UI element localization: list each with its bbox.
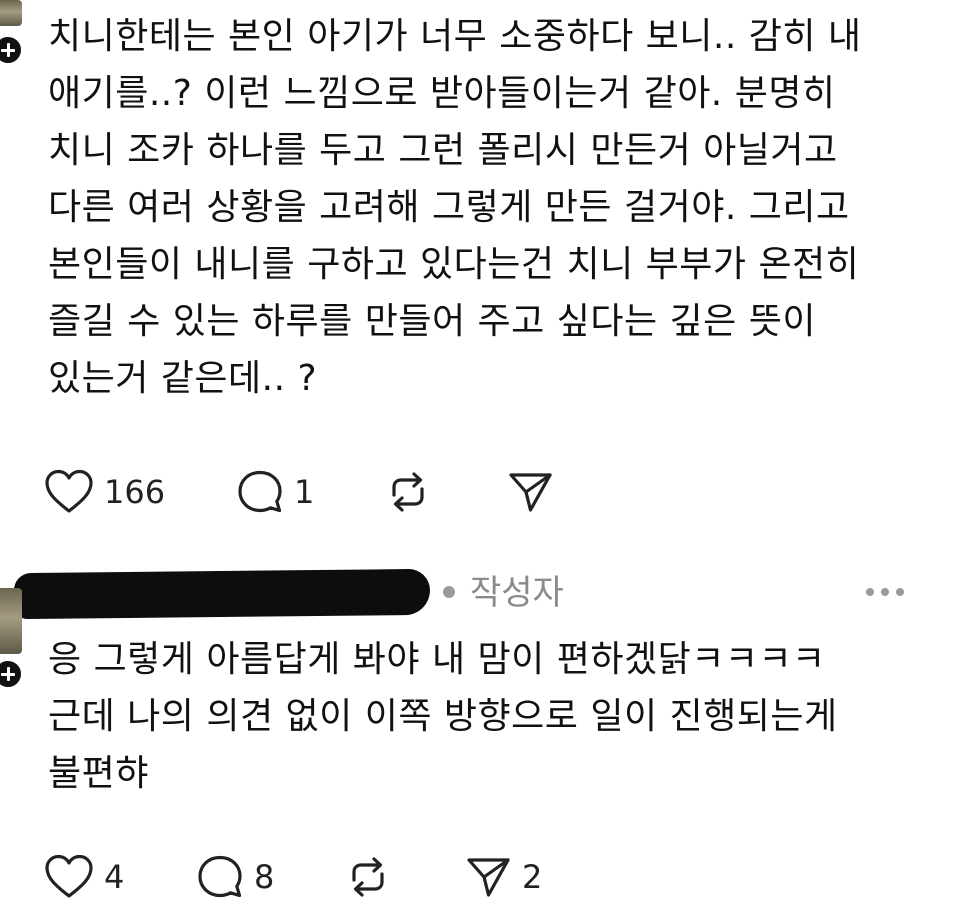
comment-actions: 4 8 2 (44, 852, 564, 902)
share-button[interactable] (506, 467, 554, 517)
send-icon (509, 473, 552, 512)
speech-bubble-icon (238, 470, 282, 513)
like-button[interactable]: 4 (44, 852, 124, 902)
reply-button[interactable]: 8 (196, 852, 274, 902)
reply-count: 1 (294, 473, 315, 511)
repost-icon (352, 857, 384, 897)
avatar[interactable] (0, 588, 22, 654)
share-button[interactable]: 2 (464, 852, 542, 902)
comment-actions: 166 1 (44, 467, 564, 517)
comment-body: 치니한테는 본인 아기가 너무 소중하다 보니.. 감히 내 애기를..? 이런… (48, 16, 862, 399)
send-icon (467, 858, 510, 897)
like-button[interactable]: 166 (44, 467, 165, 517)
follow-plus-icon[interactable] (0, 658, 24, 690)
comment-body: 응 그렇게 아름답게 봐야 내 맘이 편하겠닭ㅋㅋㅋㅋ 근데 나의 의견 없이 … (48, 639, 838, 794)
ellipsis-icon[interactable] (866, 588, 904, 596)
separator-dot (443, 586, 455, 598)
speech-bubble-icon (198, 855, 242, 898)
comment-header: 작성자 (0, 568, 954, 620)
reply-count: 8 (254, 858, 275, 896)
redacted-username (13, 568, 431, 620)
author-badge: 작성자 (470, 573, 564, 613)
comment-2: 작성자 응 그렇게 아름답게 봐야 내 맘이 편하겠닭ㅋㅋㅋㅋ 근데 나의 의견… (0, 530, 954, 909)
follow-plus-icon[interactable] (0, 34, 24, 66)
like-count: 4 (104, 858, 125, 896)
share-count: 2 (522, 858, 543, 896)
heart-icon (45, 469, 93, 513)
repost-button[interactable] (344, 852, 392, 902)
reply-button[interactable]: 1 (236, 467, 314, 517)
repost-icon (392, 472, 424, 512)
comment-1: 치니한테는 본인 아기가 너무 소중하다 보니.. 감히 내 애기를..? 이런… (0, 0, 954, 530)
like-count: 166 (104, 473, 166, 511)
heart-icon (45, 854, 93, 898)
repost-button[interactable] (384, 467, 432, 517)
avatar[interactable] (0, 0, 22, 26)
